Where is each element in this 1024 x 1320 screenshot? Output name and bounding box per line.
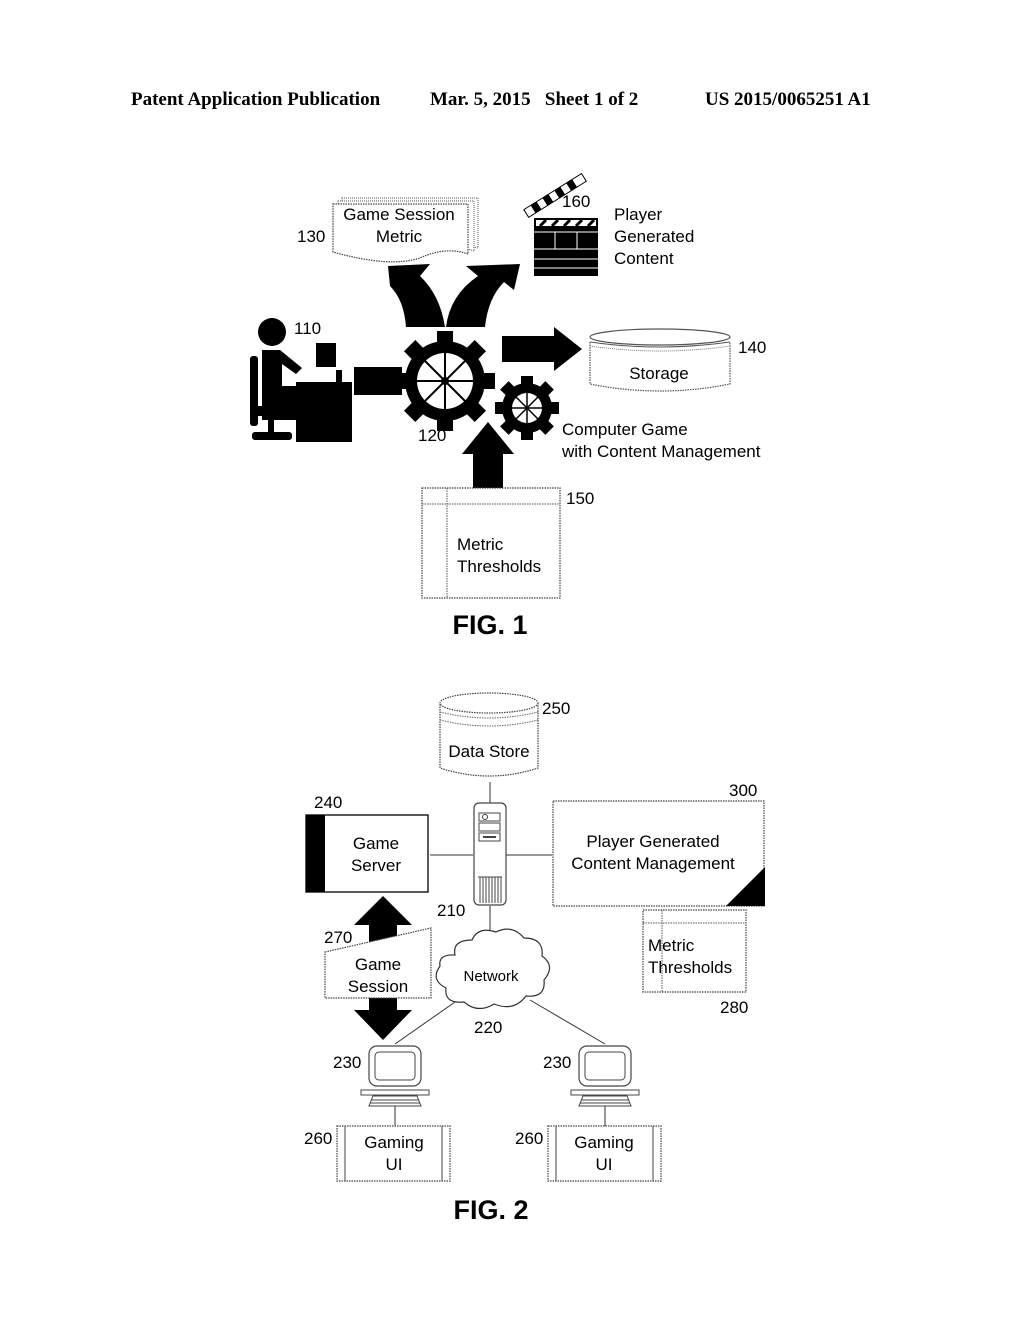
arrow-to-storage-icon [502, 327, 582, 371]
fig1: Game Session Metric 130 160 Player Gener… [250, 172, 766, 640]
ref-240: 240 [314, 793, 342, 812]
client2-ui-label-1: Gaming [574, 1133, 634, 1152]
game-session-label-1: Game [355, 955, 401, 974]
fig2-thresholds-label-1: Metric [648, 936, 695, 955]
ref-160: 160 [562, 192, 590, 211]
client1-ref-260: 260 [304, 1129, 332, 1148]
fig1-thresholds-label-2: Thresholds [457, 557, 541, 576]
game-server-label-2: Server [351, 856, 401, 875]
data-store-cylinder-icon [439, 692, 539, 777]
ref-140: 140 [738, 338, 766, 357]
pgc-management-label-2: Content Management [571, 854, 735, 873]
ref-280: 280 [720, 998, 748, 1017]
client-computer-icon [570, 1045, 640, 1107]
curved-arrow-right-icon [446, 264, 520, 327]
ref-250: 250 [542, 699, 570, 718]
large-gear-icon [395, 331, 495, 431]
computer-game-label-2: with Content Management [561, 442, 761, 461]
fig1-caption: FIG. 1 [452, 610, 527, 640]
game-session-metric-label-2: Metric [376, 227, 423, 246]
storage-label: Storage [629, 364, 689, 383]
computer-game-label-1: Computer Game [562, 420, 688, 439]
user-to-game-connector [354, 367, 402, 395]
patent-drawing: Game Session Metric 130 160 Player Gener… [250, 172, 766, 1225]
ref-130: 130 [297, 227, 325, 246]
game-session-label-2: Session [348, 977, 408, 996]
pgc-label-1: Player [614, 205, 663, 224]
ref-110: 110 [294, 319, 321, 338]
client-computer-icon [360, 1045, 430, 1107]
clapperboard-icon [523, 172, 598, 276]
client1-ui-label-1: Gaming [364, 1133, 424, 1152]
game-server-label-1: Game [353, 834, 399, 853]
client1-ref-230: 230 [333, 1053, 361, 1072]
server-tower-icon [473, 802, 507, 906]
client2-ui-label-2: UI [596, 1155, 613, 1174]
fig2-caption: FIG. 2 [453, 1195, 528, 1225]
game-session-metric-label-1: Game Session [343, 205, 455, 224]
client2-ref-230: 230 [543, 1053, 571, 1072]
ref-300: 300 [729, 781, 757, 800]
client2-ref-260: 260 [515, 1129, 543, 1148]
game-server-box [305, 814, 429, 893]
pgc-label-2: Generated [614, 227, 694, 246]
curved-arrow-left-icon [388, 264, 445, 327]
ref-120: 120 [418, 426, 446, 445]
ref-270: 270 [324, 928, 352, 947]
pgc-label-3: Content [614, 249, 674, 268]
fig2-thresholds-label-2: Thresholds [648, 958, 732, 977]
small-gear-icon [495, 376, 559, 440]
fig1-thresholds-label-1: Metric [457, 535, 504, 554]
ref-150: 150 [566, 489, 594, 508]
client1-ui-label-2: UI [386, 1155, 403, 1174]
pgc-management-label-1: Player Generated [586, 832, 719, 851]
ref-210: 210 [437, 901, 465, 920]
data-store-label: Data Store [448, 742, 529, 761]
ref-220: 220 [474, 1018, 502, 1037]
network-label: Network [463, 968, 519, 985]
fig2: Data Store 250 210 Game Server 240 Playe… [304, 692, 765, 1225]
